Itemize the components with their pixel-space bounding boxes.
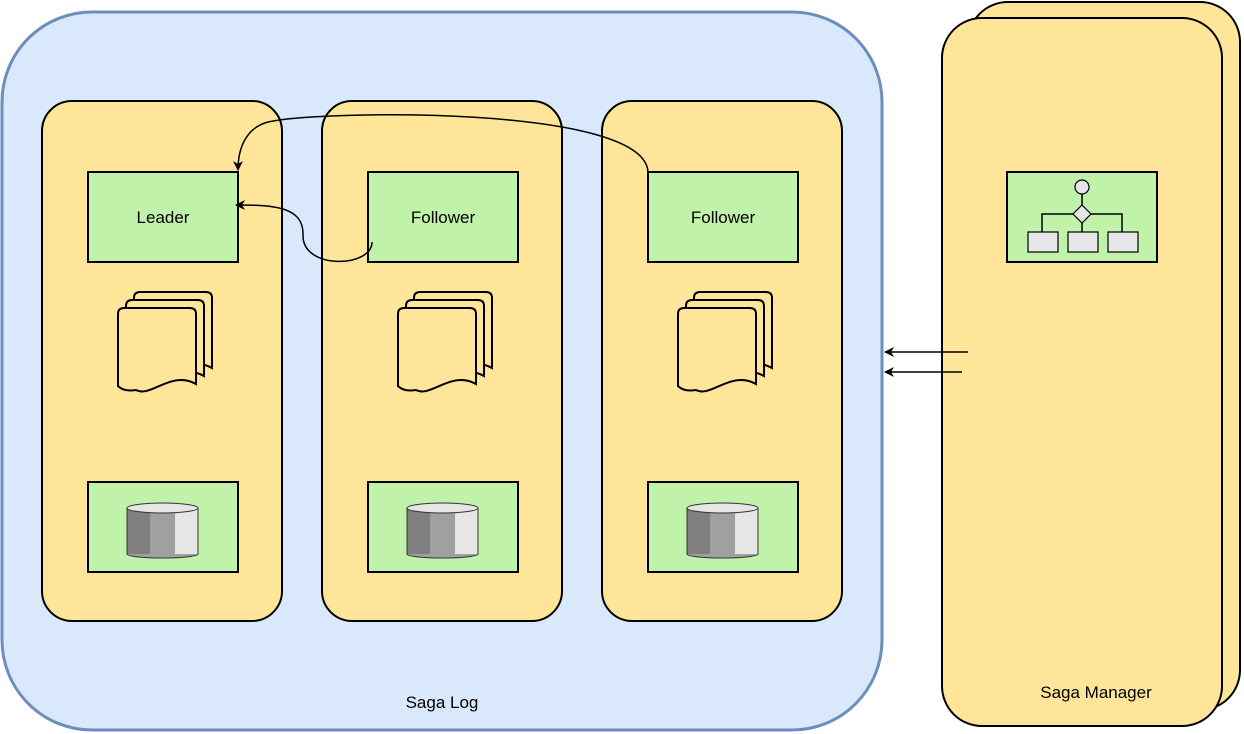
database-box bbox=[87, 481, 239, 573]
log-node: Leader bbox=[41, 100, 283, 622]
log-node: Follower bbox=[321, 100, 563, 622]
workflow-icon-box bbox=[1006, 171, 1158, 263]
saga-manager: Saga Manager bbox=[941, 1, 1241, 727]
role-box: Follower bbox=[647, 171, 799, 263]
database-icon bbox=[126, 502, 199, 559]
database-icon bbox=[406, 502, 479, 559]
role-label: Leader bbox=[137, 208, 190, 227]
database-icon bbox=[686, 502, 759, 559]
diagram: Saga Log Leader Follower Follower Saga Man… bbox=[0, 1, 1241, 732]
role-box: Leader bbox=[87, 171, 239, 263]
role-label: Follower bbox=[691, 208, 756, 227]
role-label: Follower bbox=[411, 208, 476, 227]
saga-manager-label: Saga Manager bbox=[1040, 683, 1152, 702]
saga-log-label: Saga Log bbox=[406, 693, 479, 712]
log-node: Follower bbox=[601, 100, 843, 622]
role-box: Follower bbox=[367, 171, 519, 263]
database-box bbox=[647, 481, 799, 573]
database-box bbox=[367, 481, 519, 573]
